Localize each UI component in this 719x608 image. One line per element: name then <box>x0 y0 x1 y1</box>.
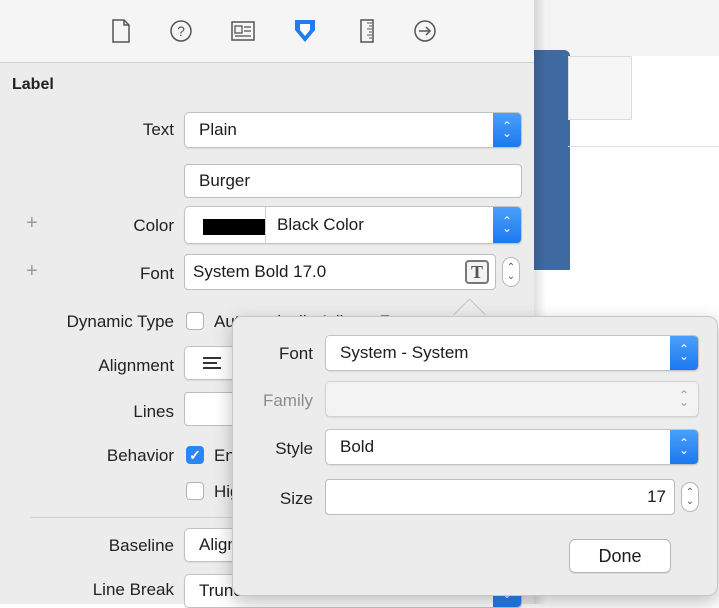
font-size-stepper[interactable]: ⌃ ⌄ <box>502 257 520 287</box>
popover-size-label: Size <box>279 489 313 508</box>
text-field[interactable]: Burger <box>184 164 522 198</box>
identity-inspector-icon[interactable] <box>230 18 256 44</box>
popover-style-value: Bold <box>340 437 375 456</box>
popover-font-value: System - System <box>340 343 469 362</box>
popover-font-popup[interactable]: System - System ⌃ ⌄ <box>325 335 699 371</box>
popup-chevrons-icon: ⌃⌄ <box>493 113 521 147</box>
canvas-divider <box>568 146 719 147</box>
highlighted-checkbox[interactable] <box>186 482 204 500</box>
popover-font-label: Font <box>278 344 313 363</box>
text-field-value: Burger <box>199 171 251 190</box>
font-picker-icon[interactable]: T <box>465 260 489 284</box>
line-break-label: Line Break <box>92 580 174 599</box>
popover-style-popup[interactable]: Bold ⌃ ⌄ <box>325 429 699 465</box>
popup-chevrons-icon: ⌃⌄ <box>678 388 690 409</box>
alignment-label: Alignment <box>98 356 174 375</box>
color-value: Black Color <box>277 215 364 234</box>
popover-size-field[interactable]: 17 <box>325 479 675 515</box>
popover-size-value: 17 <box>647 487 666 506</box>
lines-label: Lines <box>133 402 174 421</box>
done-button[interactable]: Done <box>569 539 671 573</box>
font-field[interactable]: System Bold 17.0 T <box>184 254 496 290</box>
align-left-icon[interactable] <box>203 357 223 371</box>
enabled-checkbox[interactable]: ✓ <box>186 446 204 464</box>
size-inspector-icon[interactable] <box>354 18 380 44</box>
dynamic-type-label: Dynamic Type <box>66 312 174 331</box>
popover-family-popup: ⌃ ⌄ <box>325 381 699 417</box>
svg-text:?: ? <box>177 23 185 39</box>
font-value: System Bold 17.0 <box>193 262 327 281</box>
inspector-toolbar: ? <box>0 0 534 63</box>
popup-chevrons-icon: ⌃⌄ <box>670 336 698 370</box>
swatch-divider <box>265 207 266 243</box>
popover-family-label: Family <box>262 391 313 410</box>
baseline-label: Baseline <box>108 536 174 555</box>
popover-size-stepper[interactable]: ⌃ ⌄ <box>681 482 699 512</box>
text-label: Text <box>142 120 174 139</box>
quick-help-icon[interactable]: ? <box>168 18 194 44</box>
canvas-item[interactable] <box>568 56 632 120</box>
popover-style-label: Style <box>275 439 313 458</box>
popup-chevrons-icon: ⌃⌄ <box>670 430 698 464</box>
section-title: Label <box>12 76 54 93</box>
file-inspector-icon[interactable] <box>108 18 134 44</box>
font-label: Font <box>139 264 174 283</box>
dynamic-type-checkbox[interactable] <box>186 312 204 330</box>
behavior-label: Behavior <box>106 446 174 465</box>
color-label: Color <box>133 216 174 235</box>
popup-chevrons-icon: ⌃⌄ <box>493 207 521 243</box>
font-popover: Font System - System ⌃ ⌄ Family ⌃ ⌄ Style … <box>232 316 718 596</box>
attributes-inspector-icon[interactable] <box>292 18 318 44</box>
text-type-popup[interactable]: Plain ⌃ ⌄ <box>184 112 522 148</box>
color-popup[interactable]: Black Color ⌃ ⌄ <box>184 206 522 244</box>
color-swatch[interactable] <box>203 219 265 235</box>
connections-inspector-icon[interactable] <box>412 18 438 44</box>
text-type-value: Plain <box>199 120 237 139</box>
